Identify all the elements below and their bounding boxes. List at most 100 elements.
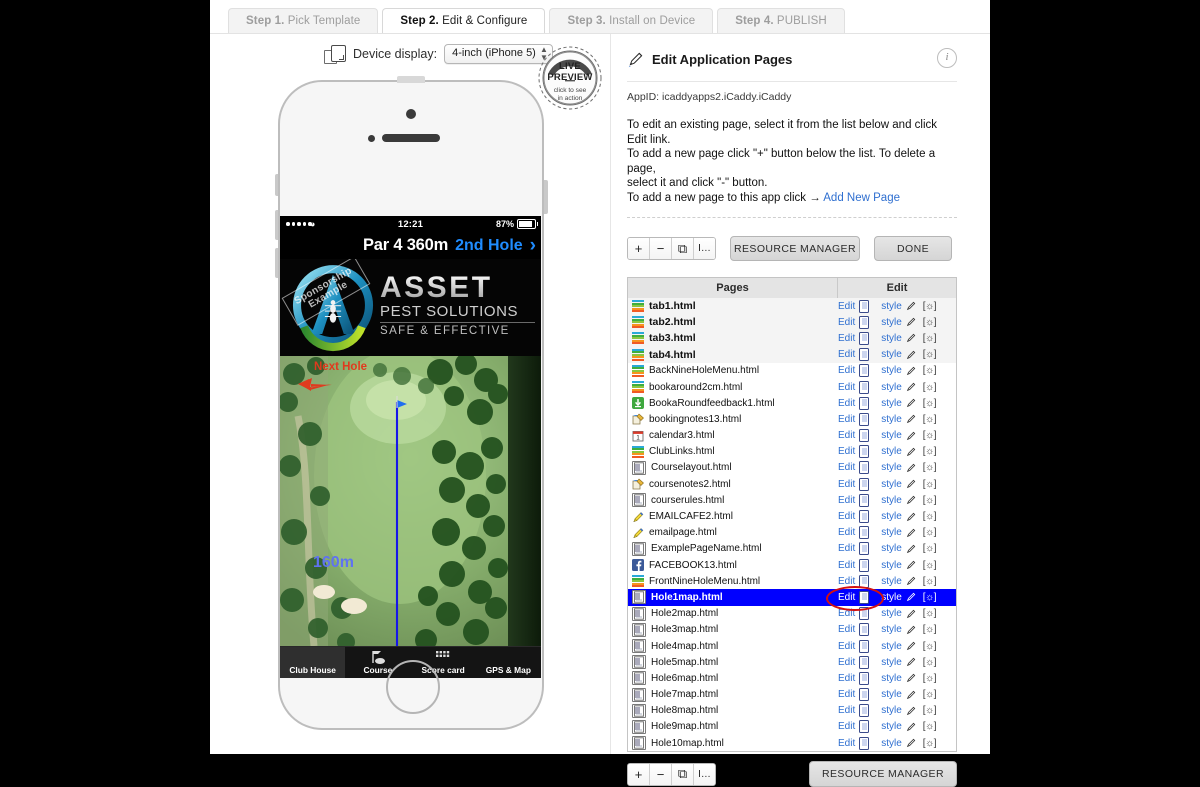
phone-tab-3[interactable]: GPS & Map	[476, 647, 541, 678]
top-mini-button-2[interactable]: ⧉	[672, 238, 694, 259]
gear-icon[interactable]: [☼]	[923, 398, 937, 409]
edit-link[interactable]: Edit	[838, 479, 855, 490]
next-hole-link[interactable]: 2nd Hole	[455, 237, 523, 255]
gear-icon[interactable]: [☼]	[923, 317, 937, 328]
table-row[interactable]: ExamplePageName.html Edit style [☼]	[628, 541, 956, 557]
phone-preview-icon[interactable]	[859, 331, 870, 345]
table-row[interactable]: EMAILCAFE2.html Edit style [☼]	[628, 508, 956, 524]
style-link[interactable]: style	[881, 414, 902, 425]
style-pencil-icon[interactable]	[906, 350, 916, 360]
edit-link[interactable]: Edit	[838, 624, 855, 635]
phone-preview-icon[interactable]	[859, 542, 870, 556]
table-row[interactable]: Courselayout.html Edit style [☼]	[628, 460, 956, 476]
gear-icon[interactable]: [☼]	[923, 430, 937, 441]
style-pencil-icon[interactable]	[906, 301, 916, 311]
style-pencil-icon[interactable]	[906, 317, 916, 327]
gear-icon[interactable]: [☼]	[923, 657, 937, 668]
table-row[interactable]: Hole9map.html Edit style [☼]	[628, 719, 956, 735]
phone-preview-icon[interactable]	[859, 688, 870, 702]
style-link[interactable]: style	[881, 576, 902, 587]
table-row[interactable]: Hole8map.html Edit style [☼]	[628, 703, 956, 719]
style-pencil-icon[interactable]	[906, 382, 916, 392]
style-link[interactable]: style	[881, 301, 902, 312]
style-link[interactable]: style	[881, 560, 902, 571]
gear-icon[interactable]: [☼]	[923, 527, 937, 538]
gear-icon[interactable]: [☼]	[923, 414, 937, 425]
table-row[interactable]: bookingnotes13.html Edit style [☼]	[628, 411, 956, 427]
step-tab-2[interactable]: Step 2. Edit & Configure	[382, 8, 546, 33]
phone-preview-icon[interactable]	[859, 315, 870, 329]
edit-link[interactable]: Edit	[838, 349, 855, 360]
table-row[interactable]: Hole10map.html Edit style [☼]	[628, 735, 956, 751]
style-link[interactable]: style	[881, 527, 902, 538]
style-pencil-icon[interactable]	[906, 738, 916, 748]
gear-icon[interactable]: [☼]	[923, 349, 937, 360]
style-link[interactable]: style	[881, 349, 902, 360]
phone-preview-icon[interactable]	[859, 348, 870, 362]
table-row[interactable]: BackNineHoleMenu.html Edit style [☼]	[628, 363, 956, 379]
style-link[interactable]: style	[881, 365, 902, 376]
gear-icon[interactable]: [☼]	[923, 705, 937, 716]
table-row[interactable]: tab3.html Edit style [☼]	[628, 330, 956, 347]
style-pencil-icon[interactable]	[906, 366, 916, 376]
gear-icon[interactable]: [☼]	[923, 333, 937, 344]
table-row[interactable]: emailpage.html Edit style [☼]	[628, 525, 956, 541]
style-link[interactable]: style	[881, 317, 902, 328]
edit-link[interactable]: Edit	[838, 301, 855, 312]
table-row[interactable]: Hole6map.html Edit style [☼]	[628, 670, 956, 686]
table-row[interactable]: 1 calendar3.html Edit style [☼]	[628, 428, 956, 444]
style-pencil-icon[interactable]	[906, 431, 916, 441]
edit-link[interactable]: Edit	[838, 382, 855, 393]
style-pencil-icon[interactable]	[906, 447, 916, 457]
table-row[interactable]: Hole3map.html Edit style [☼]	[628, 622, 956, 638]
gear-icon[interactable]: [☼]	[923, 721, 937, 732]
gear-icon[interactable]: [☼]	[923, 446, 937, 457]
phone-preview-icon[interactable]	[859, 526, 870, 540]
info-icon[interactable]: i	[937, 48, 957, 68]
style-link[interactable]: style	[881, 479, 902, 490]
style-pencil-icon[interactable]	[906, 673, 916, 683]
table-row[interactable]: Hole7map.html Edit style [☼]	[628, 687, 956, 703]
gear-icon[interactable]: [☼]	[923, 495, 937, 506]
style-link[interactable]: style	[881, 446, 902, 457]
edit-link[interactable]: Edit	[838, 657, 855, 668]
phone-preview-icon[interactable]	[859, 510, 870, 524]
edit-link[interactable]: Edit	[838, 673, 855, 684]
phone-preview-icon[interactable]	[859, 736, 870, 750]
gear-icon[interactable]: [☼]	[923, 689, 937, 700]
phone-preview-icon[interactable]	[859, 623, 870, 637]
phone-preview-icon[interactable]	[859, 704, 870, 718]
gear-icon[interactable]: [☼]	[923, 592, 937, 603]
hole-map-image[interactable]: Next Hole 160m	[280, 356, 541, 646]
style-link[interactable]: style	[881, 495, 902, 506]
table-row[interactable]: Hole2map.html Edit style [☼]	[628, 606, 956, 622]
phone-preview-icon[interactable]	[859, 639, 870, 653]
style-pencil-icon[interactable]	[906, 657, 916, 667]
top-mini-button-1[interactable]: −	[650, 238, 672, 259]
home-button[interactable]	[386, 660, 440, 714]
style-pencil-icon[interactable]	[906, 690, 916, 700]
table-row[interactable]: tab4.html Edit style [☼]	[628, 346, 956, 363]
edit-link[interactable]: Edit	[838, 317, 855, 328]
edit-link[interactable]: Edit	[838, 333, 855, 344]
style-link[interactable]: style	[881, 462, 902, 473]
edit-link[interactable]: Edit	[838, 738, 855, 749]
gear-icon[interactable]: [☼]	[923, 624, 937, 635]
table-row[interactable]: ClubLinks.html Edit style [☼]	[628, 444, 956, 460]
style-pencil-icon[interactable]	[906, 592, 916, 602]
style-link[interactable]: style	[881, 430, 902, 441]
style-link[interactable]: style	[881, 705, 902, 716]
edit-link[interactable]: Edit	[838, 511, 855, 522]
phone-preview-icon[interactable]	[859, 412, 870, 426]
style-pencil-icon[interactable]	[906, 706, 916, 716]
gear-icon[interactable]: [☼]	[923, 479, 937, 490]
style-link[interactable]: style	[881, 657, 902, 668]
style-link[interactable]: style	[881, 641, 902, 652]
style-pencil-icon[interactable]	[906, 722, 916, 732]
table-row[interactable]: BookaRoundfeedback1.html Edit style [☼]	[628, 395, 956, 411]
phone-preview-icon[interactable]	[859, 671, 870, 685]
table-row[interactable]: FACEBOOK13.html Edit style [☼]	[628, 557, 956, 573]
style-pencil-icon[interactable]	[906, 609, 916, 619]
phone-preview-icon[interactable]	[859, 720, 870, 734]
phone-preview-icon[interactable]	[859, 299, 870, 313]
